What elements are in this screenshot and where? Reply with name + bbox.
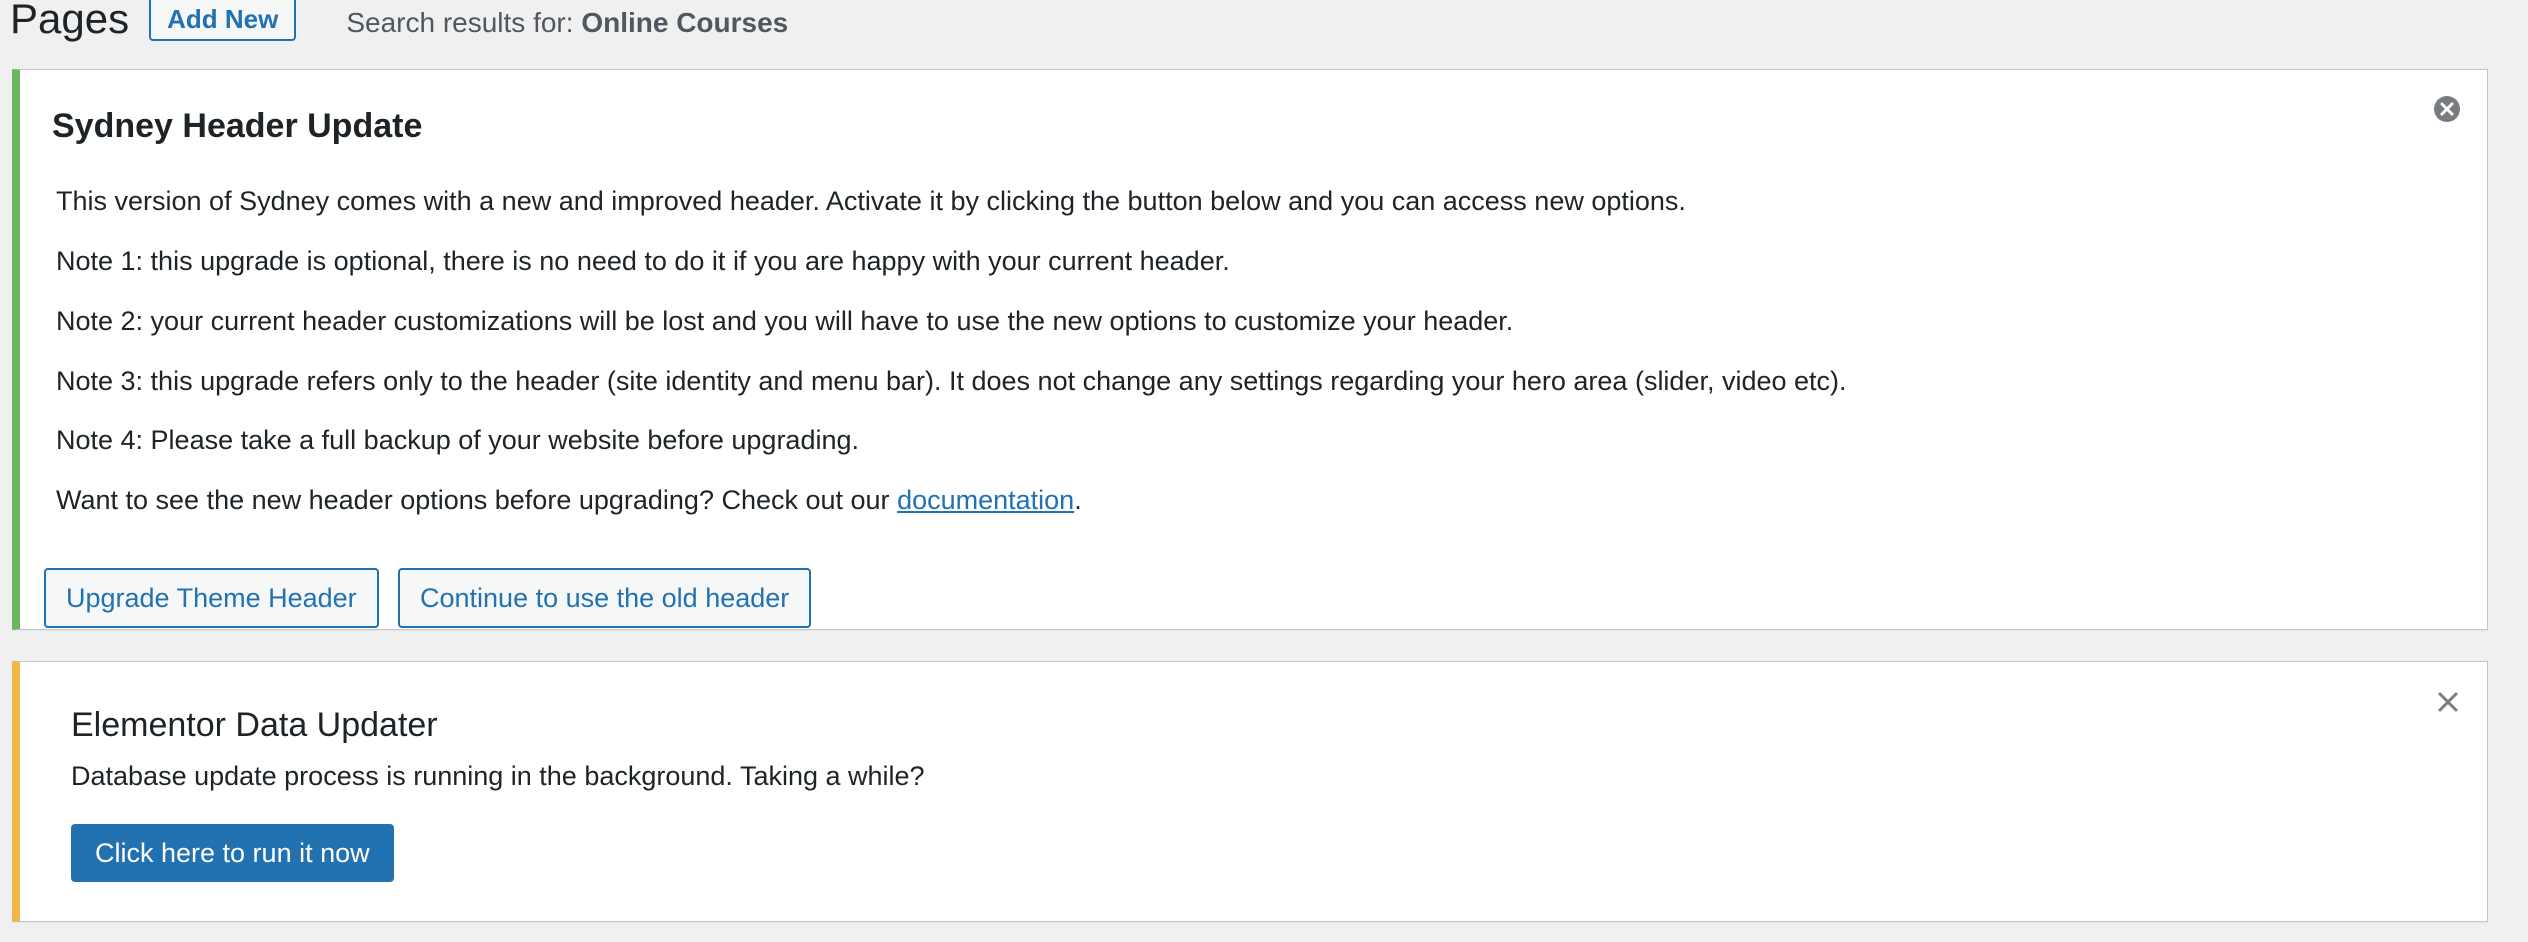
continue-old-header-button[interactable]: Continue to use the old header [398, 568, 812, 628]
notice-note-2: Note 2: your current header customizatio… [56, 306, 1514, 336]
notice-note-4: Note 4: Please take a full backup of you… [56, 425, 859, 455]
notice-title: Elementor Data Updater [71, 706, 438, 744]
page-header: Pages Add New Search results for: Online… [10, 0, 788, 46]
notice-note-1: Note 1: this upgrade is optional, there … [56, 246, 1230, 276]
documentation-link[interactable]: documentation [897, 485, 1074, 515]
upgrade-theme-header-button[interactable]: Upgrade Theme Header [44, 568, 379, 628]
notice-paragraph: This version of Sydney comes with a new … [56, 186, 1686, 216]
notice-message: Database update process is running in th… [71, 761, 925, 791]
search-results-label: Search results for: Online Courses [346, 7, 788, 39]
search-term: Online Courses [581, 7, 789, 38]
documentation-prefix: Want to see the new header options befor… [56, 485, 898, 515]
add-new-button[interactable]: Add New [149, 0, 297, 41]
notice-title: Sydney Header Update [52, 107, 423, 145]
documentation-paragraph: Want to see the new header options befor… [56, 484, 1082, 516]
close-icon[interactable] [2435, 689, 2461, 715]
notice-note-3: Note 3: this upgrade refers only to the … [56, 366, 1847, 396]
sydney-header-update-notice: Sydney Header Update This version of Syd… [12, 69, 2488, 630]
search-results-prefix: Search results for: [346, 7, 582, 38]
documentation-suffix: . [1074, 485, 1082, 515]
run-update-button[interactable]: Click here to run it now [71, 824, 394, 882]
circle-x-icon[interactable] [2433, 95, 2461, 123]
page-title: Pages [10, 0, 130, 42]
elementor-data-updater-notice: Elementor Data Updater Database update p… [12, 661, 2488, 922]
